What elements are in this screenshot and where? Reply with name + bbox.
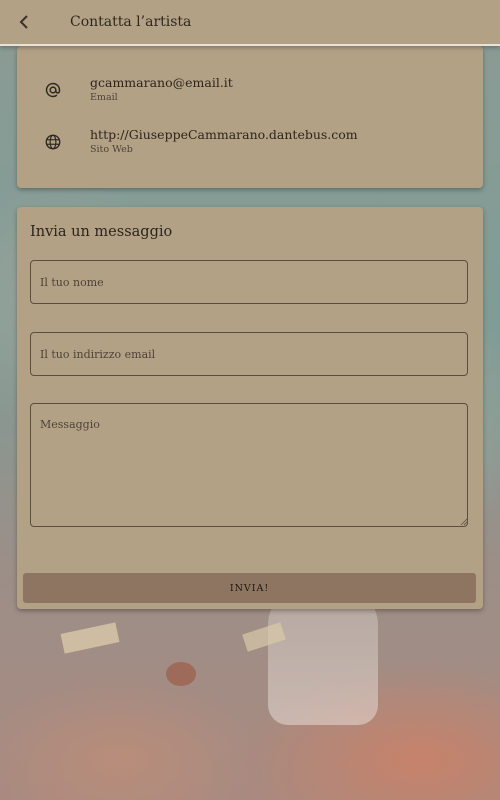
contact-website-row[interactable]: http://GiuseppeCammarano.dantebus.com Si…	[17, 122, 483, 162]
website-label: Sito Web	[90, 144, 133, 155]
email-value: gcammarano@email.it	[90, 75, 233, 90]
resize-handle-icon[interactable]	[460, 518, 468, 526]
message-textarea[interactable]	[30, 403, 468, 527]
contact-info-card: gcammarano@email.it Email http://Giusepp…	[17, 46, 483, 188]
app-bar: Contatta l’artista	[0, 0, 500, 46]
back-button[interactable]	[0, 0, 48, 44]
website-value: http://GiuseppeCammarano.dantebus.com	[90, 127, 358, 142]
background-artwork-planet	[166, 662, 196, 686]
form-title: Invia un messaggio	[30, 224, 173, 240]
message-form-card: Invia un messaggio INVIA!	[17, 207, 483, 609]
name-input[interactable]	[30, 260, 468, 304]
globe-icon	[45, 134, 61, 150]
email-label: Email	[90, 92, 118, 103]
contact-email-row[interactable]: gcammarano@email.it Email	[17, 70, 483, 110]
send-button[interactable]: INVIA!	[23, 573, 476, 603]
email-input[interactable]	[30, 332, 468, 376]
at-sign-icon	[45, 82, 61, 98]
background-artwork-paper	[60, 622, 120, 654]
page-title: Contatta l’artista	[70, 14, 192, 30]
chevron-left-icon	[19, 15, 28, 29]
